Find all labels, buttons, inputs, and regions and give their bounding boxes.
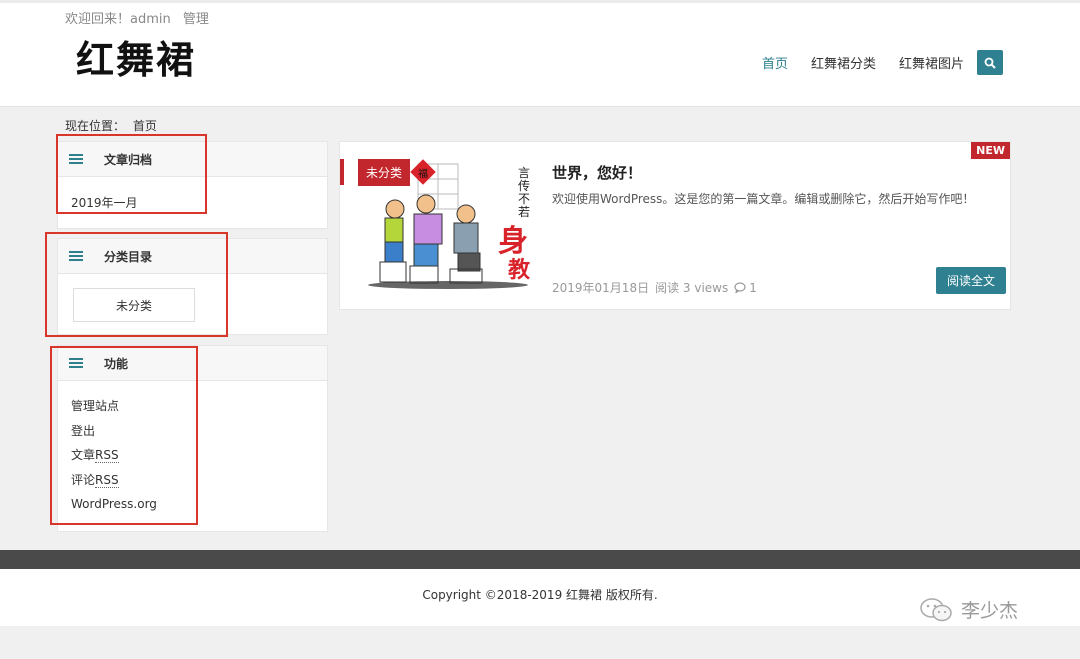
widget-title: 分类目录 (104, 249, 153, 264)
thumb-slogan-1: 言传不若 (518, 166, 530, 219)
post-title[interactable]: 世界，您好！ (552, 162, 642, 183)
menu-icon (69, 152, 83, 166)
breadcrumb-home[interactable]: 首页 (133, 119, 157, 133)
post-thumbnail[interactable]: 福 言传不若 身 教 未分类 (358, 159, 538, 292)
footer-divider (0, 550, 1080, 569)
search-button[interactable] (977, 50, 1003, 75)
new-badge: NEW (971, 142, 1010, 159)
widget-header: 文章归档 (58, 142, 327, 177)
widget-header: 分类目录 (58, 239, 327, 274)
functions-widget: 功能 管理站点 登出 文章RSS 评论RSS WordPress.org (57, 345, 328, 532)
category-tag[interactable]: 未分类 (358, 159, 411, 186)
read-more-button[interactable]: 阅读全文 (936, 267, 1006, 294)
watermark-text: 李少杰 (961, 600, 1019, 622)
entries-rss-link[interactable]: 文章RSS (71, 443, 314, 468)
manage-site-link[interactable]: 管理站点 (71, 394, 314, 419)
comments-rss-link[interactable]: 评论RSS (71, 468, 314, 493)
widget-title: 文章归档 (104, 152, 153, 167)
breadcrumb-label: 现在位置： (65, 119, 126, 133)
admin-link[interactable]: 管理 (183, 12, 209, 27)
site-header: 欢迎回来！admin 管理 红舞裙 首页 红舞裙分类 红舞裙图片 (0, 0, 1080, 107)
categories-widget: 分类目录 未分类 (57, 238, 328, 335)
site-logo[interactable]: 红舞裙 (76, 29, 196, 84)
rss-abbr: RSS (95, 472, 119, 488)
archive-link-2019-01[interactable]: 2019年一月 (71, 194, 314, 211)
widget-title: 功能 (104, 356, 129, 371)
site-footer: Copyright ©2018-2019 红舞裙 版权所有. (0, 569, 1080, 626)
comment-count[interactable]: 1 (749, 281, 757, 295)
welcome-text: 欢迎回来！admin (65, 12, 171, 27)
post-card: NEW 福 言传不若 身 教 未分类 世界，您好！ 欢迎使用WordPress。… (339, 141, 1011, 310)
archive-widget: 文章归档 2019年一月 (57, 141, 328, 229)
post-date: 2019年01月18日 (552, 281, 650, 295)
wordpress-org-link[interactable]: WordPress.org (71, 492, 314, 517)
menu-icon (69, 249, 83, 263)
search-icon (984, 57, 996, 69)
thumb-seal: 福 (418, 167, 428, 180)
post-meta: 2019年01月18日 阅读 3 views 1 (552, 279, 763, 296)
nav-categories[interactable]: 红舞裙分类 (811, 53, 876, 72)
category-accent-bar (340, 159, 344, 185)
main-nav: 首页 红舞裙分类 红舞裙图片 (762, 53, 987, 72)
category-uncategorized-button[interactable]: 未分类 (73, 288, 195, 322)
watermark: 李少杰 (919, 596, 1018, 623)
post-reads: 阅读 3 views (655, 281, 729, 295)
entries-rss-text: 文章 (71, 448, 96, 462)
comments-rss-text: 评论 (71, 472, 96, 487)
thumb-slogan-2: 身 (498, 224, 528, 259)
welcome-bar: 欢迎回来！admin 管理 (65, 8, 217, 27)
breadcrumb: 现在位置： 首页 (65, 117, 161, 134)
nav-home[interactable]: 首页 (762, 53, 788, 72)
copyright-text: Copyright ©2018-2019 红舞裙 版权所有. (422, 588, 658, 602)
thumb-slogan-3: 教 (508, 257, 531, 283)
widget-header: 功能 (58, 346, 327, 381)
menu-icon (69, 356, 83, 370)
post-excerpt: 欢迎使用WordPress。这是您的第一篇文章。编辑或删除它，然后开始写作吧！ (552, 192, 975, 206)
wechat-icon (920, 597, 952, 621)
logout-link[interactable]: 登出 (71, 419, 314, 444)
rss-abbr: RSS (95, 448, 119, 463)
nav-images[interactable]: 红舞裙图片 (899, 53, 964, 72)
comment-icon (734, 282, 746, 293)
